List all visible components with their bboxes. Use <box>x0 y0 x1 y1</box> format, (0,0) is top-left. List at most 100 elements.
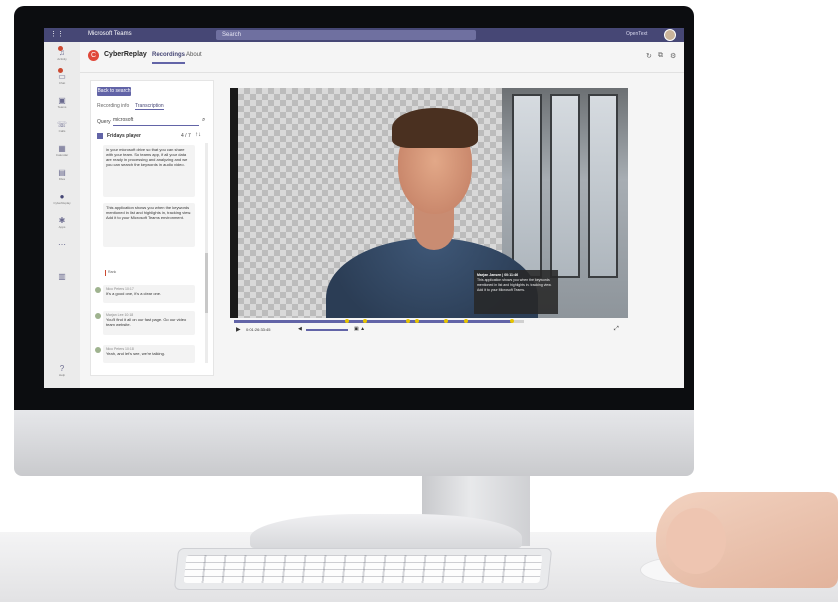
window-pane <box>588 94 618 278</box>
keyboard-keys <box>183 555 543 583</box>
keyword-marker[interactable] <box>362 319 367 323</box>
rank-marker: Rank <box>105 270 118 276</box>
app-name: CyberReplay <box>104 51 147 58</box>
timeline-scrubber[interactable] <box>234 319 524 323</box>
calendar-icon: ▦ <box>58 144 66 153</box>
rail-item-apps[interactable]: ✱ Apps <box>50 216 74 236</box>
rail-item-help[interactable]: ? Help <box>50 364 74 384</box>
rail-item-more[interactable]: ⋯ <box>50 240 74 260</box>
app-header: C CyberReplay Recordings About ↻ ⧉ ⚙ <box>80 42 684 73</box>
keyword-marker[interactable] <box>464 319 468 323</box>
rail-item-calls[interactable]: ☏ Calls <box>50 120 74 140</box>
video-checkbox[interactable] <box>97 133 103 139</box>
rail-item-activity[interactable]: ♫ Activity <box>50 48 74 68</box>
more-icon: ⋯ <box>58 240 66 249</box>
rail-label: Help <box>58 373 66 377</box>
rail-item-files[interactable]: ▤ Files <box>50 168 74 188</box>
video-title: Fridays player <box>107 133 141 139</box>
app-title: Microsoft Teams <box>88 31 132 37</box>
settings-icon[interactable]: ⚙ <box>670 52 676 60</box>
search-input[interactable]: Search <box>216 30 476 40</box>
chat-icon: ▭ <box>58 72 66 81</box>
transcript-message[interactable]: in your microsoft drive so that you can … <box>103 145 195 197</box>
keyword-marker[interactable] <box>510 319 515 323</box>
keyword-marker[interactable] <box>406 319 410 323</box>
speaker-hair <box>392 108 478 148</box>
window-pane <box>512 94 542 278</box>
video-result-row[interactable]: Fridays player 4 / 7 ↑↓ <box>97 132 209 142</box>
monitor-chin <box>14 410 694 476</box>
transcript-message[interactable]: Nico Peters 10:18 Yeah, and let's see, w… <box>103 345 195 363</box>
rail-label: Activity <box>57 57 67 61</box>
query-label: Query <box>97 119 111 125</box>
waffle-icon[interactable]: ⋮⋮ <box>50 31 64 39</box>
bell-icon: ♫ <box>59 48 65 57</box>
keyboard <box>173 548 553 590</box>
screen: ⋮⋮ Microsoft Teams Search OpenText ♫ Acti… <box>44 28 684 388</box>
transcript-panel: Back to search Recording info Transcript… <box>90 80 214 376</box>
transcript-tooltip: Marjan Jansen | 00:11:46 This applicatio… <box>474 270 558 314</box>
tab-recordings[interactable]: Recordings <box>152 52 186 64</box>
timeline-progress <box>234 320 513 323</box>
speaker-avatar <box>95 347 101 353</box>
files-icon: ▤ <box>58 168 66 177</box>
calls-icon: ☏ <box>56 120 67 129</box>
tab-about[interactable]: About <box>186 52 202 58</box>
tab-recording-info[interactable]: Recording info <box>97 103 129 109</box>
cyberreplay-logo: C <box>88 50 99 61</box>
time-display: 0:01:26:33:45 <box>246 327 271 332</box>
player-controls: ▶ 0:01:26:33:45 ◀ ▣ ▲ ⤢ <box>230 318 628 336</box>
rail-item-calendar[interactable]: ▦ Calendar <box>50 144 74 164</box>
message-text: This application shows you when the keyw… <box>106 205 192 220</box>
hit-count: 4 / 7 <box>181 133 191 139</box>
rail-label: Apps <box>58 225 66 229</box>
back-to-search-button[interactable]: Back to search <box>97 87 131 96</box>
keyword-marker[interactable] <box>414 319 419 323</box>
scrollbar-thumb[interactable] <box>205 253 208 313</box>
user-name: OpenText <box>626 31 648 37</box>
rail-label: Files <box>58 177 66 181</box>
scrollbar[interactable] <box>205 143 208 363</box>
message-text: You'll find it all on our fast page. Go … <box>106 317 187 327</box>
hit-navigation-arrows[interactable]: ↑↓ <box>195 132 201 138</box>
keyword-marker[interactable] <box>443 319 448 323</box>
fullscreen-icon[interactable]: ⤢ <box>614 326 619 333</box>
help-icon: ? <box>59 364 65 373</box>
play-icon[interactable]: ▶ <box>236 326 241 333</box>
avatar[interactable] <box>664 29 676 41</box>
transcript-message[interactable]: Nico Peters 10:17 It's a good one, it's … <box>103 285 195 303</box>
message-text: in your microsoft drive so that you can … <box>106 147 188 167</box>
volume-icon[interactable]: ◀ <box>298 326 302 332</box>
video-player[interactable]: Marjan Jansen | 00:11:46 This applicatio… <box>230 88 628 318</box>
rail-item-teams[interactable]: ▣ Teams <box>50 96 74 116</box>
rail-label: CyberReplay <box>53 201 71 205</box>
rail-item-chat[interactable]: ▭ Chat <box>50 72 74 92</box>
store-icon: ▥ <box>58 272 66 281</box>
teams-icon: ▣ <box>58 96 66 105</box>
tooltip-text: This application shows you when the keyw… <box>477 278 552 292</box>
rail-label: Calls <box>58 129 66 133</box>
search-icon[interactable]: ⌕ <box>202 117 205 124</box>
monitor: ⋮⋮ Microsoft Teams Search OpenText ♫ Acti… <box>14 6 694 476</box>
rail-item-cyberreplay[interactable]: ● CyberReplay <box>50 192 74 212</box>
rail-label: Chat <box>58 81 66 85</box>
rail-item-store[interactable]: ▥ <box>50 272 74 292</box>
app-rail: ♫ Activity ▭ Chat ▣ Teams ☏ Calls ▦ Calendar … <box>44 42 80 388</box>
transcript-message[interactable]: This application shows you when the keyw… <box>103 203 195 247</box>
teams-top-bar: ⋮⋮ Microsoft Teams Search OpenText <box>44 28 684 42</box>
query-input[interactable]: microsoft <box>113 117 199 126</box>
monitor-stand-foot <box>250 514 522 548</box>
tab-transcription[interactable]: Transcription <box>135 103 164 110</box>
transcript-message[interactable]: Marjan Lee 10:18 You'll find it all on o… <box>103 311 195 335</box>
window-pane <box>550 94 580 278</box>
speaker-avatar <box>95 313 101 319</box>
rail-label: Calendar <box>55 153 69 157</box>
hand <box>656 492 838 588</box>
refresh-icon[interactable]: ↻ <box>646 52 652 60</box>
captions-icon[interactable]: ▣ ▲ <box>354 326 365 332</box>
rail-label: Teams <box>57 105 67 109</box>
popout-icon[interactable]: ⧉ <box>658 52 663 60</box>
message-text: Yeah, and let's see, we're talking. <box>106 351 165 356</box>
volume-slider[interactable] <box>306 329 348 331</box>
apps-icon: ✱ <box>58 216 66 225</box>
